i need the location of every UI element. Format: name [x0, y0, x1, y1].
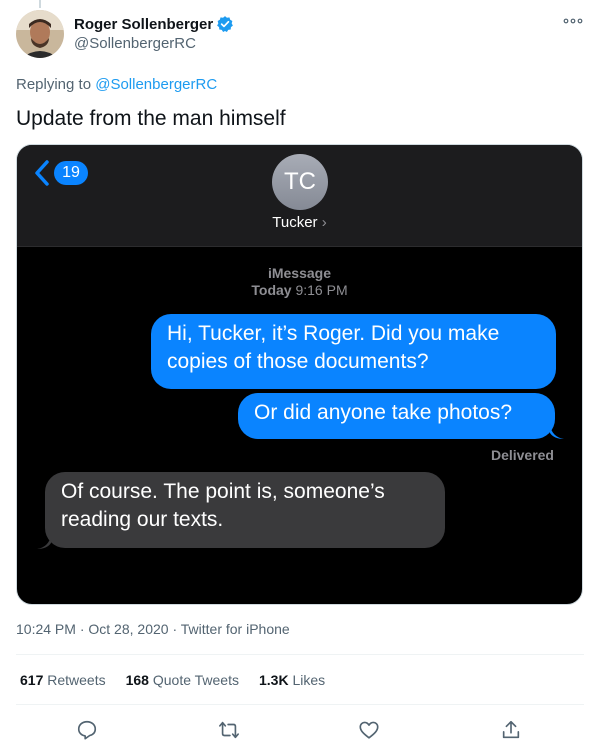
- imessage-header: 19 TC Tucker ›: [17, 145, 582, 247]
- retweet-icon[interactable]: [218, 719, 240, 741]
- quote-tweets-stat[interactable]: 168 Quote Tweets: [126, 672, 239, 688]
- replying-handle-link[interactable]: @SollenbergerRC: [95, 76, 217, 93]
- message-bubble-outgoing: Or did anyone take photos?: [238, 393, 555, 439]
- author-handle[interactable]: @SollenbergerRC: [74, 35, 196, 52]
- imessage-timestamp: Today 9:16 PM: [17, 282, 582, 298]
- separator: ·: [172, 621, 178, 637]
- more-icon[interactable]: [562, 14, 584, 28]
- tweet-header: Roger Sollenberger @SollenbergerRC: [16, 10, 584, 62]
- retweets-label: Retweets: [47, 672, 106, 688]
- bubble-tail-incoming: [37, 535, 51, 549]
- tweet-text: Update from the man himself: [16, 107, 286, 130]
- imessage-service-label: iMessage: [267, 265, 332, 281]
- tweet-media-screenshot[interactable]: 19 TC Tucker › iMessage Today 9:16 PM Hi…: [16, 144, 583, 605]
- contact-name: Tucker ›: [17, 214, 582, 231]
- chevron-right-icon: ›: [321, 214, 327, 231]
- tweet-date[interactable]: Oct 28, 2020: [88, 621, 168, 637]
- retweets-stat[interactable]: 617 Retweets: [20, 672, 106, 688]
- thread-connector: [39, 0, 41, 8]
- likes-stat[interactable]: 1.3K Likes: [259, 672, 325, 688]
- back-chevron-icon: [33, 159, 51, 187]
- reply-icon[interactable]: [76, 719, 98, 741]
- divider: [16, 704, 584, 705]
- author-name[interactable]: Roger Sollenberger: [74, 16, 213, 33]
- share-icon[interactable]: [500, 719, 522, 741]
- delivery-status: Delivered: [490, 447, 554, 463]
- tweet-actions: [0, 715, 598, 745]
- unread-count-badge: 19: [54, 161, 88, 185]
- replying-to: Replying to @SollenbergerRC: [16, 76, 217, 93]
- bubble-tail-outgoing: [550, 425, 564, 439]
- replying-prefix: Replying to: [16, 76, 92, 93]
- retweets-count: 617: [20, 672, 44, 688]
- like-icon[interactable]: [358, 719, 380, 741]
- author-name-row: Roger Sollenberger: [74, 15, 234, 33]
- likes-label: Likes: [292, 672, 326, 688]
- avatar[interactable]: [16, 10, 64, 58]
- imessage-time: 9:16 PM: [295, 282, 348, 298]
- tweet-stats: 617 Retweets 168 Quote Tweets 1.3K Likes: [20, 672, 325, 688]
- divider: [16, 654, 584, 655]
- contact-name-text: Tucker: [272, 214, 318, 231]
- likes-count: 1.3K: [259, 672, 289, 688]
- message-bubble-incoming: Of course. The point is, someone’s readi…: [45, 472, 445, 548]
- tweet-timestamp: 10:24 PM · Oct 28, 2020 · Twitter for iP…: [16, 621, 290, 637]
- quote-tweets-label: Quote Tweets: [152, 672, 239, 688]
- quote-tweets-count: 168: [125, 672, 149, 688]
- tweet-time[interactable]: 10:24 PM: [16, 621, 76, 637]
- tweet-source[interactable]: Twitter for iPhone: [181, 621, 290, 637]
- imessage-day: Today: [251, 282, 292, 298]
- contact-avatar: TC: [272, 154, 328, 210]
- verified-icon: [216, 15, 234, 33]
- message-bubble-outgoing: Hi, Tucker, it’s Roger. Did you make cop…: [151, 314, 556, 389]
- separator: ·: [79, 621, 85, 637]
